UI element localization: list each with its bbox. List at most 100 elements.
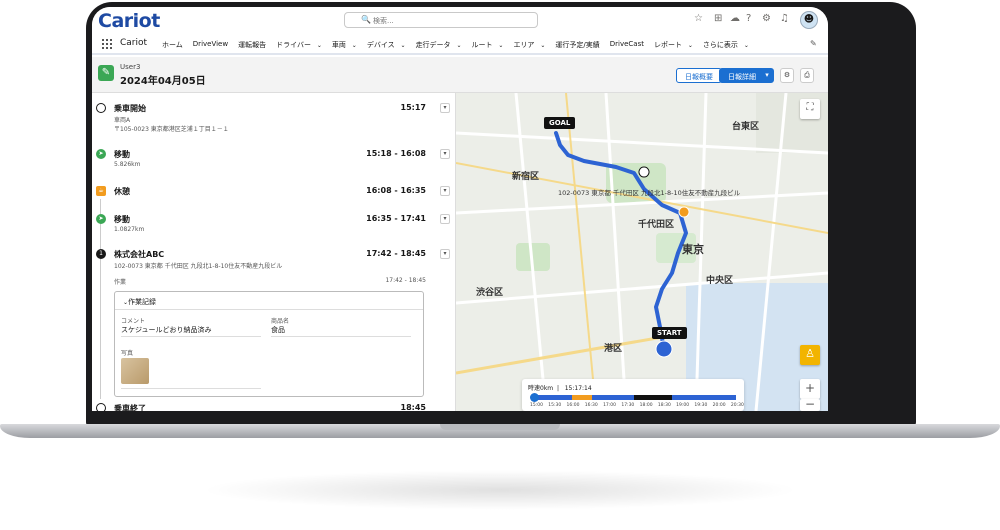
time-slider-handle[interactable] [530, 393, 539, 402]
street-view-icon[interactable]: ♙ [800, 345, 820, 365]
timeline-time: 18:45 [400, 403, 426, 411]
visit-number-badge: 1 [96, 249, 106, 259]
nav-item[interactable]: DriveCast [610, 40, 644, 50]
search-input[interactable]: 🔍 検索... [344, 12, 538, 28]
chevron-down-icon[interactable]: ▾ [440, 149, 450, 159]
time-tick-label: 20:30 [730, 403, 744, 408]
timeline-sub: 5.826km [114, 161, 141, 168]
chevron-down-icon[interactable]: ▾ [440, 103, 450, 113]
comment-label: コメント [121, 318, 146, 325]
nav-item[interactable]: さらに表示 [703, 40, 749, 50]
timeline-sub: 1.0827km [114, 226, 145, 233]
time-tick-label: 16:00 [566, 403, 580, 408]
nav-item[interactable]: 車両 [332, 40, 357, 50]
time-tick-label: 17:30 [621, 403, 635, 408]
delivery-photo[interactable] [121, 358, 149, 384]
app-logo[interactable]: Cariot [98, 10, 160, 32]
nav-item[interactable]: ドライバー [276, 40, 322, 50]
map-label-tokyo: 東京 [682, 243, 704, 256]
nav-item[interactable]: ルート [472, 40, 504, 50]
segment-move [672, 395, 736, 400]
app-screen: Cariot 🔍 検索... ☆ ⊞ ☁ ? ⚙ ♫ ☻ Cariot ホーム D… [92, 7, 828, 411]
timeline-time: 15:17 [400, 103, 426, 112]
nav-item[interactable]: エリア [513, 40, 545, 50]
favorites-star-icon[interactable]: ☆ [694, 13, 703, 24]
map-label-shibuya: 渋谷区 [476, 288, 504, 298]
timeline-sub: 〒105-0023 東京都港区芝浦１丁目１－１ [114, 126, 229, 133]
photo-label: 写真 [121, 350, 134, 357]
card-header[interactable]: 作業記録 [115, 292, 423, 310]
work-record-card: 作業記録 コメント スケジュールどおり納品済み 商品名 食品 写真 [114, 291, 424, 397]
task-label: 作業 [114, 279, 127, 286]
nav-item[interactable]: DriveView [193, 40, 228, 50]
nav-item[interactable]: 運行予定/実績 [555, 40, 599, 50]
print-button[interactable]: ⎙ [800, 68, 814, 83]
time-tick-label: 19:00 [676, 403, 690, 408]
app-name: Cariot [120, 38, 148, 48]
timeline-sub: 102-0073 東京都 千代田区 九段北1-8-10住友不動産九段ビル [114, 263, 283, 270]
map-label-taito: 台東区 [732, 122, 760, 132]
divider [121, 336, 261, 337]
separator: | [555, 385, 563, 392]
speed-readout: 時速0km | 15:17:14 [528, 383, 592, 392]
timeline-title: 株式会社ABC [114, 250, 165, 259]
detail-dropdown-button[interactable]: ▾ [760, 68, 774, 83]
divider [271, 336, 411, 337]
time-slider-panel: 時速0km | 15:17:14 15:00 15:30 16:00 16:30 17:… [522, 379, 744, 411]
zoom-out-button[interactable]: − [800, 398, 820, 411]
segment-move [592, 395, 634, 400]
bell-icon[interactable]: ♫ [780, 13, 789, 24]
detail-button[interactable]: 日報詳細 [719, 68, 765, 83]
navigation-icon: ➤ [96, 149, 106, 159]
time-tick-label: 15:30 [548, 403, 562, 408]
nav-items: ホーム DriveView 運転報告ドライバー車両デバイス走行データルートエリア運行… [162, 40, 759, 50]
nav-item[interactable]: 運転報告 [238, 40, 266, 50]
start-circle-icon [96, 103, 106, 113]
product-value: 食品 [271, 326, 285, 334]
help-icon[interactable]: ? [746, 13, 751, 24]
divider [121, 388, 261, 389]
chevron-down-icon[interactable]: ▾ [440, 214, 450, 224]
zoom-in-button[interactable]: + [800, 379, 820, 399]
settings-button[interactable]: ⚙ [780, 68, 794, 83]
timeline-title: 移動 [114, 215, 130, 224]
route-map[interactable]: GOAL START 102-0073 東京都 千代田区 九段北1-8-10住友… [456, 93, 828, 411]
nav-item[interactable]: 走行データ [416, 40, 462, 50]
global-header: Cariot 🔍 検索... ☆ ⊞ ☁ ? ⚙ ♫ ☻ [92, 7, 828, 35]
start-marker[interactable]: START [652, 327, 687, 339]
avatar[interactable]: ☻ [800, 11, 818, 29]
chevron-down-icon[interactable]: ▾ [440, 186, 450, 196]
record-user: User3 [120, 63, 141, 71]
app-launcher-icon[interactable] [102, 39, 112, 49]
timeline-time: 15:18 - 16:08 [366, 149, 426, 158]
summary-button[interactable]: 日報概要 [676, 68, 722, 83]
time-tick-label: 18:30 [657, 403, 671, 408]
nav-item[interactable]: レポート [654, 40, 693, 50]
map-canvas [456, 93, 828, 411]
destination-address: 102-0073 東京都 千代田区 九段北1-8-10住友不動産九段ビル [558, 189, 741, 197]
timeline-sub: 車両A [114, 117, 131, 124]
fullscreen-icon[interactable]: ⛶ [800, 99, 820, 119]
chevron-down-icon[interactable]: ▾ [440, 249, 450, 259]
gear-icon[interactable]: ⚙ [762, 13, 771, 24]
timeline-time: 16:35 - 17:41 [366, 214, 426, 223]
search-icon: 🔍 [361, 15, 371, 24]
timeline-line [100, 199, 101, 399]
map-label-chuo: 中央区 [706, 276, 734, 286]
nav-item[interactable]: デバイス [367, 40, 406, 50]
search-placeholder: 検索... [373, 17, 394, 25]
timeline-time: 16:08 - 16:35 [366, 186, 426, 195]
product-label: 商品名 [271, 318, 290, 325]
record-header: ✎ User3 2024年04月05日 日報概要 日報詳細 ▾ ⚙ ⎙ [92, 57, 828, 93]
time-axis-ticks: 15:00 15:30 16:00 16:30 17:00 17:30 18:00 18:30… [530, 403, 744, 408]
add-icon[interactable]: ⊞ [714, 13, 722, 24]
map-label-minato: 港区 [604, 344, 623, 354]
end-circle-icon [96, 403, 106, 411]
goal-marker[interactable]: GOAL [544, 117, 576, 129]
edit-nav-icon[interactable]: ✎ [810, 39, 817, 48]
time-tick-label: 18:00 [639, 403, 653, 408]
record-date: 2024年04月05日 [120, 76, 206, 87]
nav-item[interactable]: ホーム [162, 40, 183, 50]
time-tick-label: 17:00 [603, 403, 617, 408]
cloud-icon[interactable]: ☁ [730, 13, 740, 24]
